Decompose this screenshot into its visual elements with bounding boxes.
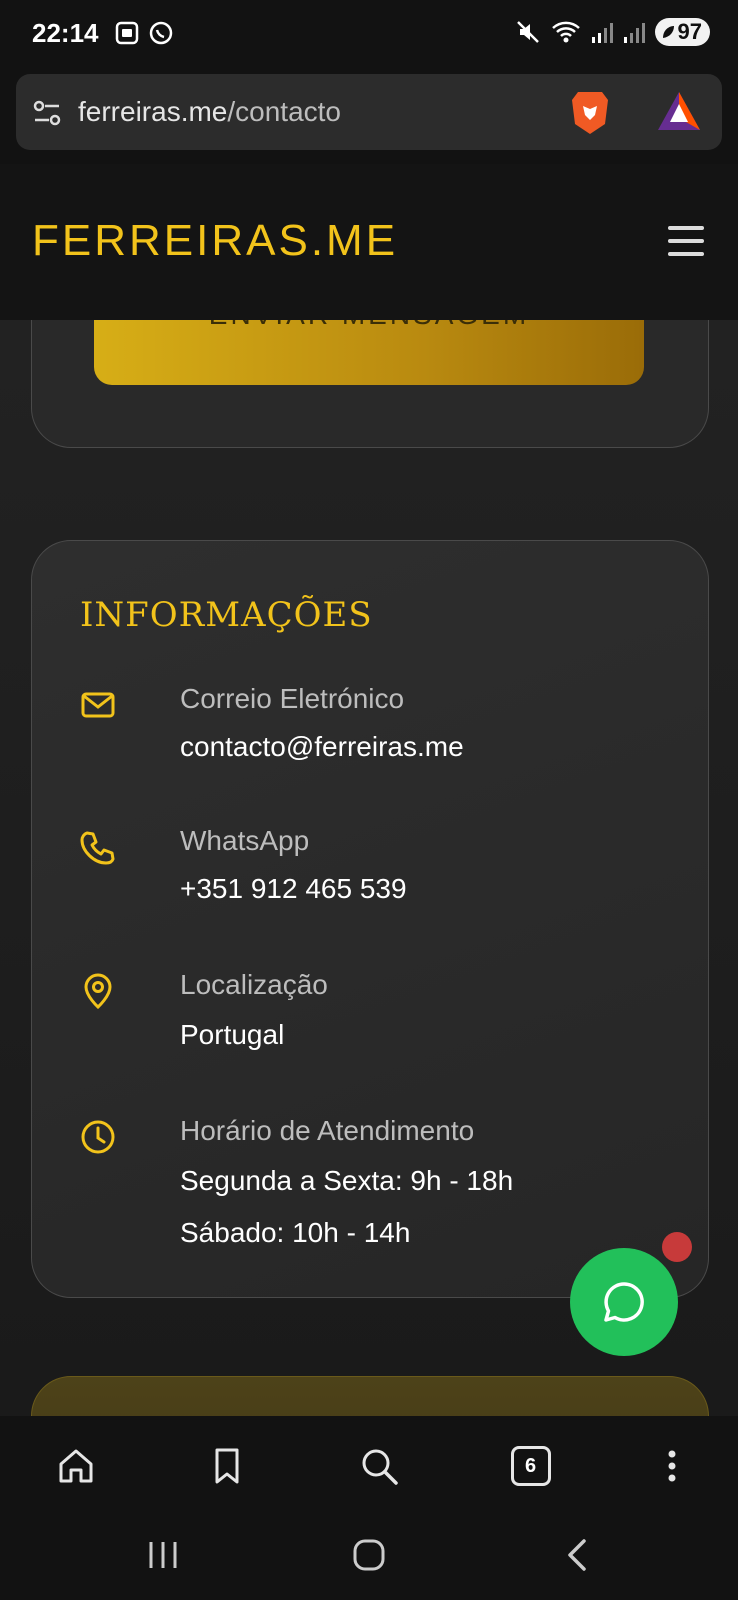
status-time: 22:14 — [32, 18, 99, 48]
status-right-icons: 97 — [515, 18, 710, 46]
mail-icon — [81, 692, 115, 718]
hours-label: Horário de Atendimento — [180, 1115, 475, 1146]
whatsapp-label: WhatsApp — [180, 825, 310, 856]
status-left-icons — [114, 20, 174, 46]
whatsapp-status-icon — [149, 21, 173, 45]
map-pin-icon — [84, 973, 112, 1009]
location-label: Localização — [180, 969, 328, 1000]
url-text[interactable]: ferreiras.me/contacto — [78, 96, 341, 128]
site-header: FERREIRAS.ME — [0, 164, 738, 320]
browser-bottom-bar: 6 — [0, 1416, 738, 1516]
chat-bubble-icon — [604, 1282, 644, 1322]
mute-icon — [516, 21, 539, 43]
battery-level: 97 — [677, 19, 702, 44]
url-domain: ferreiras.me — [78, 96, 228, 127]
battery-saver-icon — [662, 26, 674, 38]
home-icon[interactable] — [56, 1446, 96, 1486]
site-settings-icon[interactable] — [32, 98, 62, 128]
more-options-icon[interactable] — [662, 1446, 682, 1486]
gold-section-card — [31, 1376, 709, 1416]
address-bar[interactable]: ferreiras.me/contacto — [16, 74, 722, 150]
browser-toolbar: ferreiras.me/contacto — [0, 72, 738, 164]
location-value: Portugal — [180, 1019, 285, 1050]
phone-icon — [80, 831, 115, 865]
clock-icon — [81, 1120, 115, 1154]
send-message-label: ENVIAR MENSAGEM — [209, 320, 529, 331]
signal-roaming-icon — [623, 23, 645, 43]
hours-weekdays: Segunda a Sexta: 9h - 18h — [180, 1165, 514, 1196]
whatsapp-chat-button[interactable] — [570, 1248, 678, 1356]
system-nav-bar — [0, 1516, 738, 1600]
signal-icon — [591, 23, 613, 43]
notification-dot — [662, 1232, 692, 1262]
search-icon[interactable] — [359, 1446, 399, 1486]
send-message-button[interactable]: ENVIAR MENSAGEM — [94, 320, 644, 385]
tabs-button[interactable]: 6 — [510, 1446, 551, 1486]
url-path: /contacto — [227, 96, 342, 127]
info-title: INFORMAÇÕES — [80, 595, 373, 635]
brave-rewards-icon[interactable] — [656, 90, 702, 132]
info-card: INFORMAÇÕES Correio Eletrónico contacto@… — [31, 540, 709, 1298]
whatsapp-value[interactable]: +351 912 465 539 — [180, 873, 407, 905]
site-logo[interactable]: FERREIRAS.ME — [32, 216, 398, 266]
brave-shields-icon[interactable] — [568, 88, 612, 136]
contact-form-card: ENVIAR MENSAGEM — [31, 320, 709, 448]
bookmark-icon[interactable] — [207, 1446, 247, 1486]
status-bar: 22:14 97 — [0, 0, 738, 72]
email-label: Correio Eletrónico — [180, 683, 405, 714]
home-nav-icon[interactable] — [352, 1538, 386, 1572]
email-value[interactable]: contacto@ferreiras.me — [180, 731, 464, 763]
menu-icon[interactable] — [668, 226, 704, 256]
wifi-icon — [551, 21, 580, 43]
battery-indicator: 97 — [654, 18, 710, 46]
hours-saturday: Sábado: 10h - 14h — [180, 1217, 411, 1248]
screenshot-icon — [115, 21, 139, 45]
back-icon[interactable] — [560, 1538, 594, 1572]
recent-apps-icon[interactable] — [146, 1538, 180, 1572]
